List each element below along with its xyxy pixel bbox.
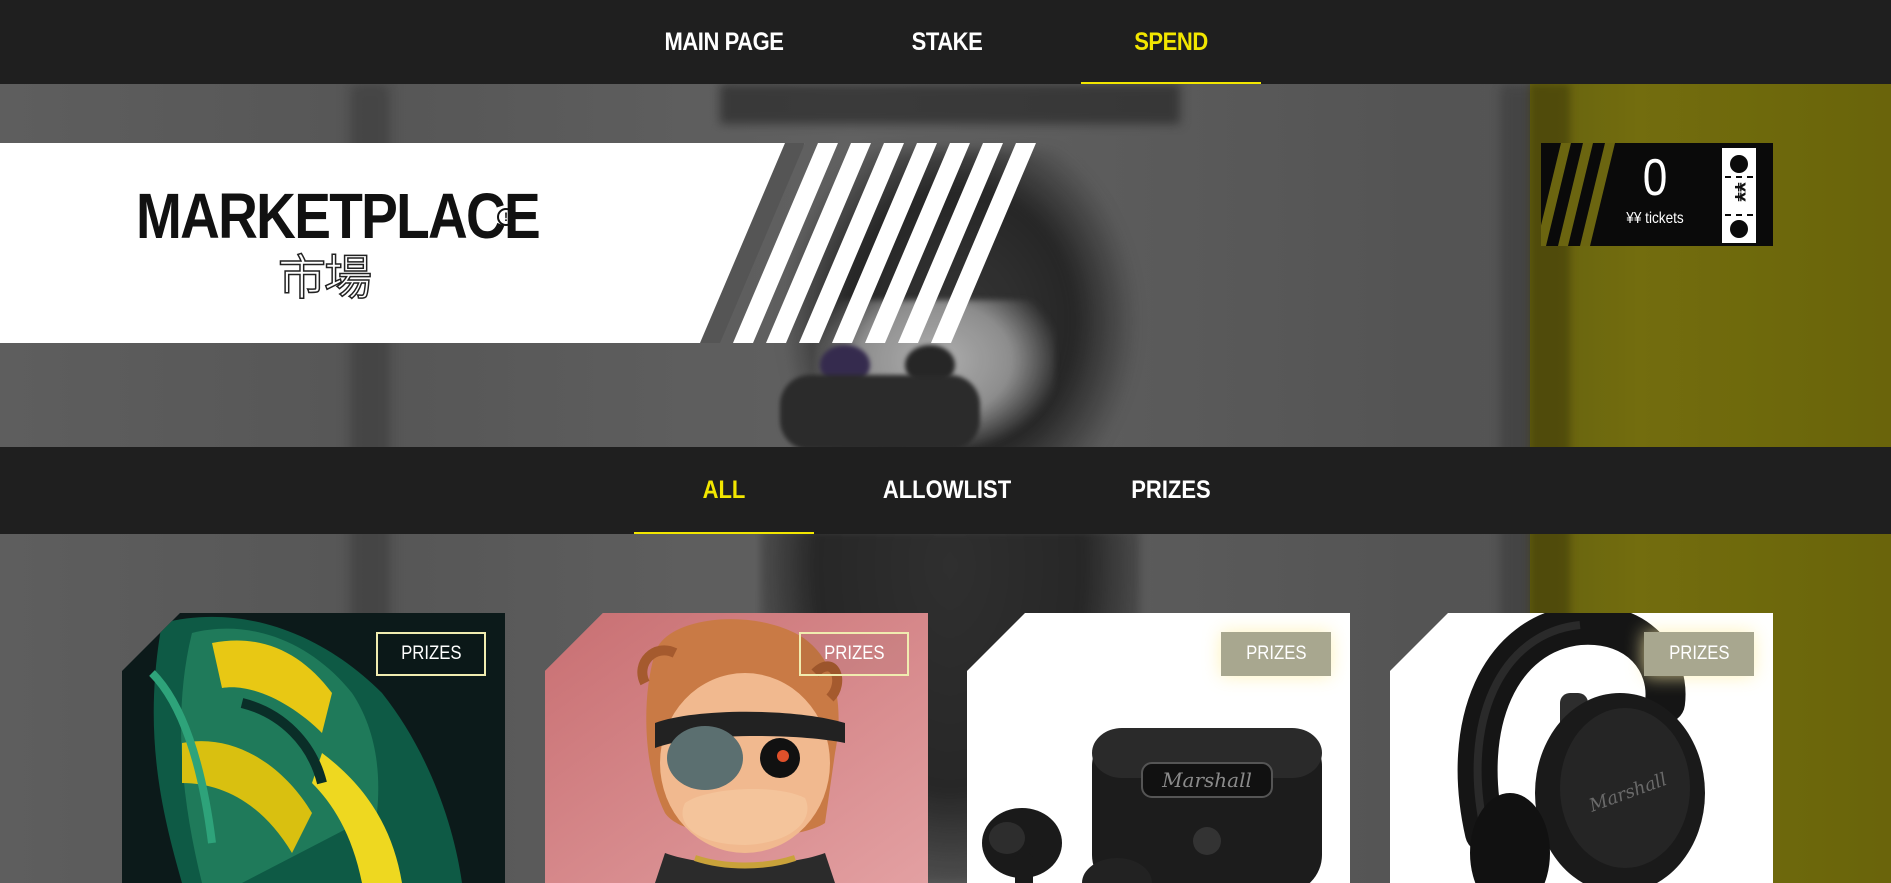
- tab-prizes[interactable]: PRIZES: [1092, 447, 1250, 534]
- nav-stake[interactable]: STAKE: [868, 0, 1026, 84]
- nav-main-page[interactable]: MAIN PAGE: [645, 0, 803, 84]
- product-card[interactable]: PRIZES: [122, 613, 505, 883]
- ticket-stub-icon: ¥¥: [1722, 148, 1756, 243]
- top-navigation: MAIN PAGE STAKE SPEND: [0, 0, 1891, 84]
- product-card[interactable]: Marshall PRIZES: [1390, 613, 1773, 883]
- page-subtitle: 市場: [277, 250, 373, 306]
- svg-text:Marshall: Marshall: [1161, 768, 1252, 792]
- page-title: MARKETPLACE: [136, 180, 541, 252]
- tab-allowlist[interactable]: ALLOWLIST: [868, 447, 1026, 534]
- ticket-label: ¥¥ tickets: [1626, 210, 1684, 227]
- product-card[interactable]: Marshall PRIZES: [967, 613, 1350, 883]
- card-tag: PRIZES: [1221, 632, 1331, 676]
- card-tag: PRIZES: [799, 632, 909, 676]
- card-tag: PRIZES: [376, 632, 486, 676]
- ticket-count: 0: [1642, 149, 1668, 207]
- tab-active-underline: [634, 532, 814, 534]
- card-tag: PRIZES: [1644, 632, 1754, 676]
- ticket-stub-symbol: ¥¥: [1731, 182, 1747, 202]
- ticket-stripes: [1541, 143, 1615, 246]
- category-navigation: ALL ALLOWLIST PRIZES: [0, 447, 1891, 534]
- product-card[interactable]: PRIZES: [545, 613, 928, 883]
- nav-spend[interactable]: SPEND: [1092, 0, 1250, 84]
- info-icon[interactable]: !: [497, 208, 515, 226]
- tab-all[interactable]: ALL: [645, 447, 803, 534]
- nav-active-underline: [1081, 82, 1261, 84]
